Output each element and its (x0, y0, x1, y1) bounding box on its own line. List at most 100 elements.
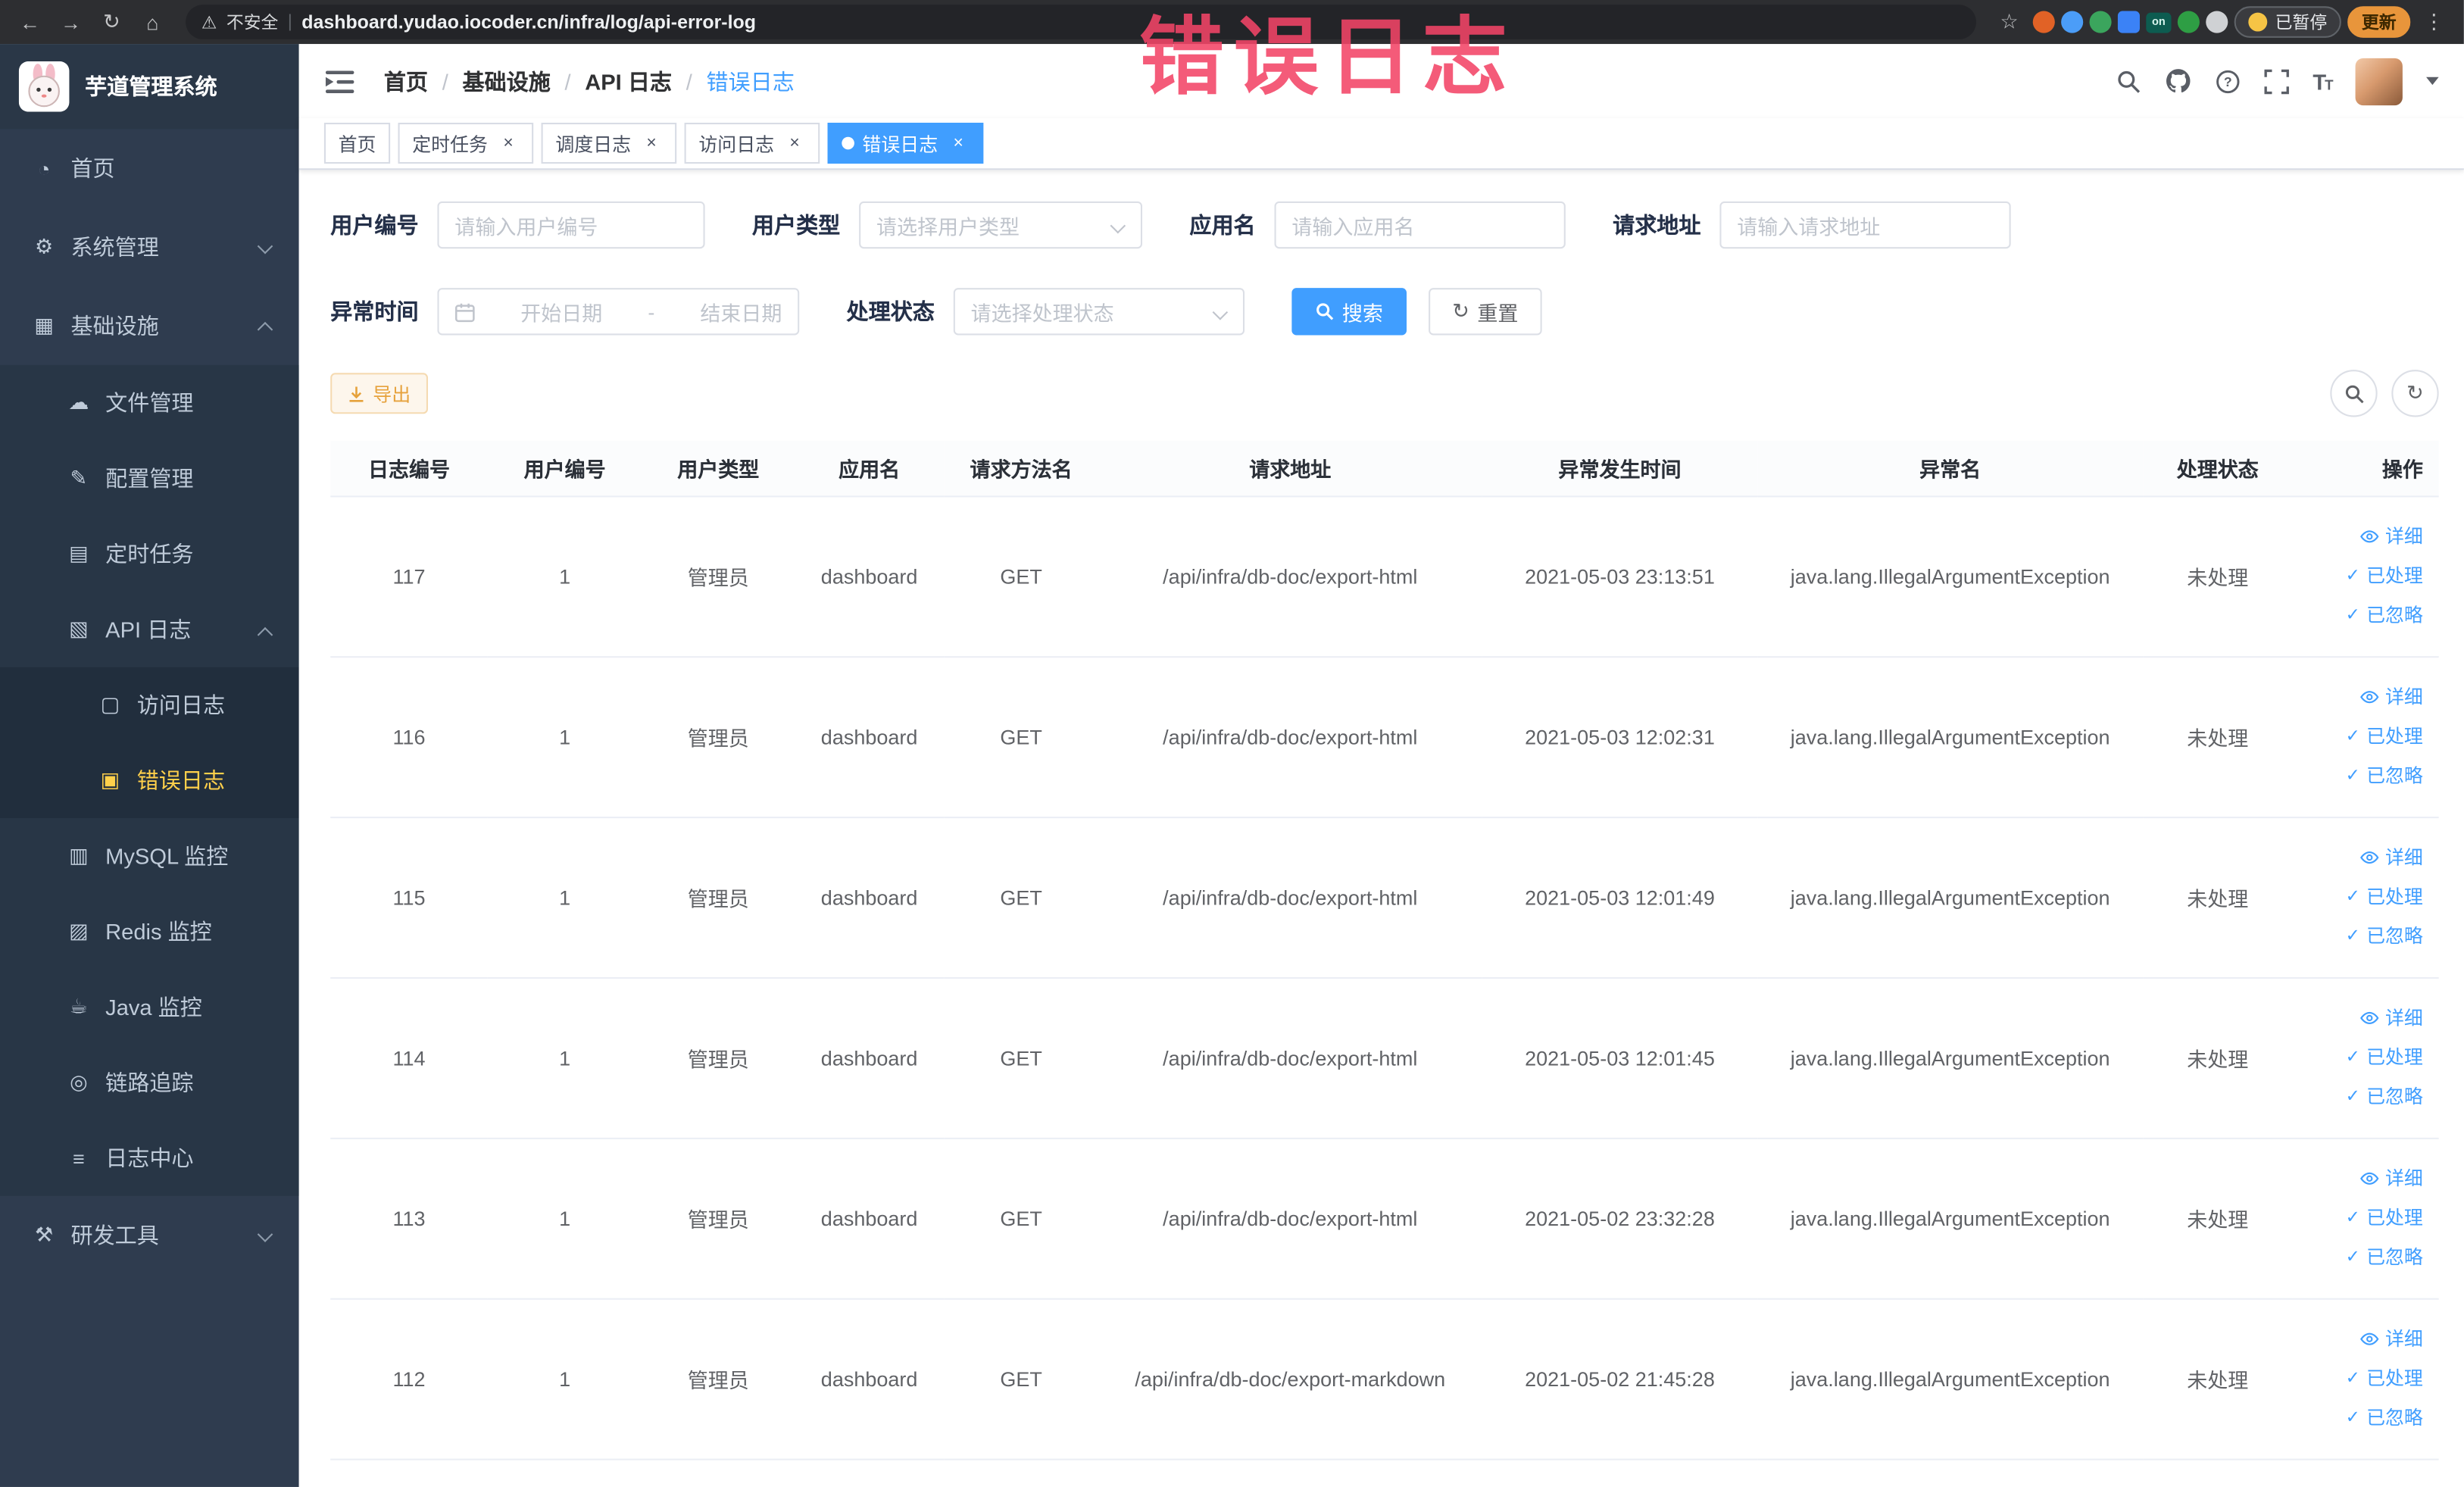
sidebar-item-job[interactable]: ▤ 定时任务 (0, 516, 299, 592)
detail-link[interactable]: 详细 (2292, 517, 2423, 556)
detail-link[interactable]: 详细 (2292, 998, 2423, 1038)
mark-processed-link[interactable]: ✓ 已处理 (2292, 556, 2423, 595)
mark-processed-link[interactable]: ✓ 已处理 (2292, 1038, 2423, 1077)
reset-button[interactable]: ↻ 重置 (1429, 288, 1542, 336)
mark-ignored-link[interactable]: ✓ 已忽略 (2292, 595, 2423, 635)
mark-processed-link[interactable]: ✓ 已处理 (2292, 877, 2423, 917)
tab-error-log[interactable]: 错误日志 × (827, 123, 984, 164)
tab-access-log[interactable]: 访问日志 × (684, 123, 820, 164)
extension-paw-icon[interactable] (2206, 11, 2228, 33)
breadcrumb-infra[interactable]: 基础设施 (462, 65, 550, 97)
security-label: 不安全 (226, 14, 279, 33)
detail-link[interactable]: 详细 (2292, 838, 2423, 877)
close-icon[interactable]: × (948, 132, 970, 154)
refresh-table-button[interactable]: ↻ (2391, 370, 2439, 417)
mark-ignored-link[interactable]: ✓ 已忽略 (2292, 756, 2423, 795)
breadcrumb-api-log[interactable]: API 日志 (585, 65, 672, 97)
extension-icon-5[interactable] (2177, 11, 2200, 33)
close-icon[interactable]: × (784, 132, 806, 154)
sidebar-item-config[interactable]: ✎ 配置管理 (0, 440, 299, 517)
sidebar-item-system[interactable]: ⚙ 系统管理 (0, 208, 299, 286)
mark-processed-link[interactable]: ✓ 已处理 (2292, 1198, 2423, 1238)
tab-schedule-log[interactable]: 调度日志 × (541, 123, 677, 164)
detail-link[interactable]: 详细 (2292, 677, 2423, 717)
table-toolbar: 导出 ↻ (330, 370, 2439, 417)
github-icon[interactable] (2165, 67, 2191, 94)
user-id-input[interactable]: 请输入用户编号 (437, 201, 705, 249)
sidebar-item-log-center[interactable]: ≡ 日志中心 (0, 1120, 299, 1196)
close-icon[interactable]: × (641, 132, 663, 154)
font-size-icon[interactable]: TT (2313, 68, 2333, 93)
exception-time-label: 异常时间 (330, 298, 419, 324)
close-icon[interactable]: × (497, 132, 519, 154)
gear-icon: ⚙ (35, 234, 54, 258)
access-log-icon: ▢ (100, 692, 120, 717)
detail-link[interactable]: 详细 (2292, 1320, 2423, 1359)
check-icon: ✓ (2345, 1207, 2360, 1227)
help-icon[interactable]: ? (2216, 68, 2241, 93)
exception-time-range-picker[interactable]: 开始日期 - 结束日期 (437, 288, 800, 336)
sidebar-item-mysql[interactable]: ▥ MySQL 监控 (0, 818, 299, 894)
tab-job[interactable]: 定时任务 × (398, 123, 534, 164)
address-bar[interactable]: ⚠ 不安全 | dashboard.yudao.iocoder.cn/infra… (186, 5, 1976, 39)
forward-icon[interactable]: → (54, 5, 89, 39)
mark-ignored-link[interactable]: ✓ 已忽略 (2292, 1398, 2423, 1438)
hamburger-icon[interactable] (324, 65, 356, 97)
sidebar-item-access-log[interactable]: ▢ 访问日志 (0, 667, 299, 743)
extension-icon-2[interactable] (2061, 11, 2084, 33)
cell-app-name: dashboard (794, 495, 945, 658)
browser-menu-kebab-icon[interactable]: ⋮ (2417, 5, 2452, 39)
home-icon[interactable]: ⌂ (136, 5, 170, 39)
check-icon: ✓ (2345, 604, 2360, 624)
col-method: 请求方法名 (944, 440, 1098, 497)
mark-ignored-link[interactable]: ✓ 已忽略 (2292, 1077, 2423, 1117)
sidebar-item-trace[interactable]: ◎ 链路追踪 (0, 1045, 299, 1120)
cell-user-id: 1 (487, 817, 642, 978)
search-icon[interactable] (2116, 68, 2141, 93)
extension-on-icon[interactable]: on (2146, 11, 2172, 33)
cell-method: GET (944, 976, 1098, 1139)
java-icon: ☕ (69, 994, 88, 1018)
update-button[interactable]: 更新 (2347, 6, 2411, 38)
reload-icon[interactable]: ↻ (95, 5, 130, 39)
browser-toolbar: ← → ↻ ⌂ ⚠ 不安全 | dashboard.yudao.iocoder.… (0, 0, 2464, 45)
user-type-select[interactable]: 请选择用户类型 (859, 201, 1143, 249)
cell-log-id: 116 (330, 656, 488, 818)
sidebar-item-error-log[interactable]: ▣ 错误日志 (0, 742, 299, 819)
process-status-select[interactable]: 请选择处理状态 (953, 288, 1245, 336)
sidebar-item-infra[interactable]: ▦ 基础设施 (0, 286, 299, 365)
api-log-icon: ▧ (69, 617, 89, 641)
back-icon[interactable]: ← (13, 5, 48, 39)
request-url-input[interactable]: 请输入请求地址 (1719, 201, 2011, 249)
sidebar-item-file[interactable]: ☁ 文件管理 (0, 364, 299, 441)
cell-user-type: 管理员 (642, 976, 795, 1139)
toggle-search-button[interactable] (2330, 370, 2378, 417)
extension-icon-1[interactable] (2032, 11, 2055, 33)
sidebar-item-java[interactable]: ☕ Java 监控 (0, 969, 299, 1045)
sidebar-item-redis[interactable]: ▨ Redis 监控 (0, 893, 299, 970)
cell-user-id: 1 (487, 656, 642, 818)
cell-process-status: 未处理 (2143, 1137, 2293, 1299)
extension-icon-3[interactable] (2089, 11, 2112, 33)
sidebar-item-home[interactable]: ◔ 首页 (0, 129, 299, 208)
sidebar-item-devtools[interactable]: ⚒ 研发工具 (0, 1196, 299, 1275)
fullscreen-icon[interactable] (2264, 68, 2289, 94)
tab-home[interactable]: 首页 (323, 123, 391, 164)
mark-processed-link[interactable]: ✓ 已处理 (2292, 717, 2423, 756)
mark-ignored-link[interactable]: ✓ 已忽略 (2292, 917, 2423, 956)
paused-badge[interactable]: 已暂停 (2234, 6, 2341, 38)
app-name-input[interactable]: 请输入应用名 (1274, 201, 1566, 249)
chevron-down-icon[interactable] (2426, 77, 2439, 86)
bookmark-star-icon[interactable]: ☆ (1992, 5, 2027, 39)
export-button[interactable]: 导出 (330, 373, 429, 414)
mark-processed-link[interactable]: ✓ 已处理 (2292, 1359, 2423, 1398)
detail-link[interactable]: 详细 (2292, 1159, 2423, 1198)
breadcrumb-home[interactable]: 首页 (384, 65, 428, 97)
extension-icon-4[interactable] (2117, 11, 2140, 33)
mark-ignored-link[interactable]: ✓ 已忽略 (2292, 1238, 2423, 1277)
cell-app-name: dashboard (794, 817, 945, 978)
sidebar-item-api-log[interactable]: ▧ API 日志 (0, 592, 299, 667)
avatar[interactable] (2355, 57, 2403, 105)
search-button[interactable]: 搜索 (1291, 288, 1407, 336)
page-content: 用户编号 请输入用户编号 用户类型 请选择用户类型 应用名 请输入应用名 请求地… (299, 170, 2464, 1487)
